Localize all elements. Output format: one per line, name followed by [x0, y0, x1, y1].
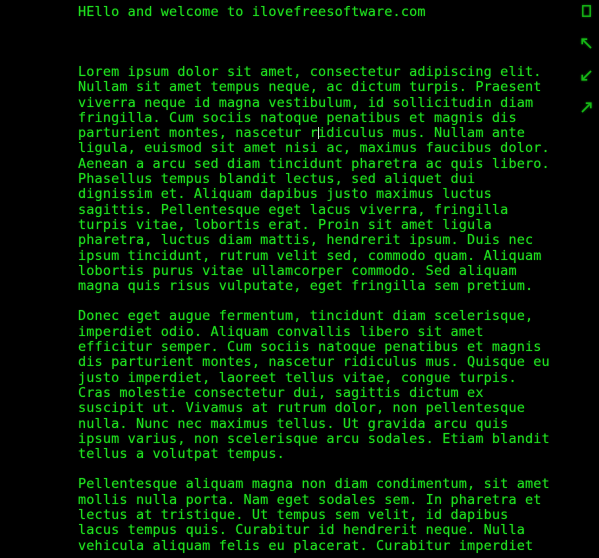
- paragraph-1-text-after-caret: idiculus mus. Nullam ante ligula, euismo…: [78, 125, 550, 295]
- window-icon[interactable]: [575, 0, 597, 22]
- terminal-greeting-line: HEllo and welcome to ilovefreesoftware.c…: [78, 4, 426, 20]
- arrow-up-right-icon[interactable]: [575, 96, 597, 118]
- terminal-paragraph-2: Donec eget augue fermentum, tincidunt di…: [78, 308, 550, 463]
- arrow-up-left-icon[interactable]: [575, 32, 597, 54]
- terminal-text-body[interactable]: Lorem ipsum dolor sit amet, consectetur …: [78, 64, 556, 554]
- arrow-down-left-icon[interactable]: [575, 64, 597, 86]
- terminal-screen: HEllo and welcome to ilovefreesoftware.c…: [0, 0, 599, 558]
- terminal-paragraph-1: Lorem ipsum dolor sit amet, consectetur …: [78, 64, 556, 295]
- terminal-paragraph-3: Pellentesque aliquam magna non diam cond…: [78, 476, 550, 554]
- icon-rail: [573, 0, 599, 118]
